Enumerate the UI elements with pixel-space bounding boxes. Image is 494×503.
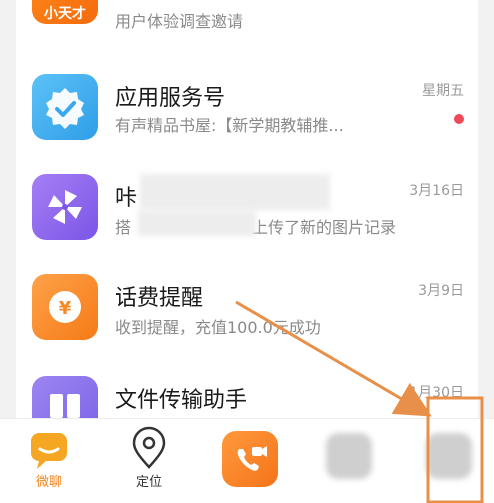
- book-icon: [32, 376, 98, 418]
- yuan-coin-icon: ¥: [32, 274, 98, 340]
- conversation-item[interactable]: 咔 搭 上传了新的图片记录 3月16日: [16, 164, 478, 266]
- unread-dot: [454, 114, 464, 124]
- tab-blurred[interactable]: [314, 419, 384, 503]
- conversation-subtitle: 用户体验调查邀请: [115, 12, 244, 31]
- conversation-title: 咔: [115, 186, 138, 211]
- conversation-subtitle-tail: 上传了新的图片记录: [252, 218, 397, 237]
- conversation-item[interactable]: 文件传输助手 1月30日: [16, 368, 478, 418]
- orange-brand-logo-icon: 小天才: [32, 0, 98, 24]
- conversation-item[interactable]: ¥ 话费提醒 收到提醒，充值100.0元成功 3月9日: [16, 266, 478, 368]
- tab-label: 定位: [135, 475, 162, 490]
- video-call-icon: [222, 431, 278, 487]
- pinwheel-icon: [32, 174, 98, 240]
- tab-label: 微聊: [35, 475, 62, 490]
- screen: 小天才 用户体验调查邀请 应用服务号 有声精品书屋:【新学期教辅推... 星期五: [0, 0, 494, 503]
- conversation-time: 3月9日: [418, 283, 464, 299]
- verified-badge-icon: [32, 74, 98, 140]
- tab-location[interactable]: 定位: [114, 419, 184, 503]
- conversation-subtitle: 有声精品书屋:【新学期教辅推...: [115, 116, 344, 135]
- chat-bubble-icon: [31, 433, 67, 469]
- tab-chat[interactable]: 微聊: [14, 419, 84, 503]
- conversation-subtitle: 收到提醒，充值100.0元成功: [115, 318, 321, 337]
- conversation-title: 应用服务号: [115, 86, 226, 111]
- tab-blurred[interactable]: [414, 419, 484, 503]
- conversation-item[interactable]: 小天才 用户体验调查邀请: [16, 0, 478, 42]
- conversation-time: 星期五: [422, 83, 464, 99]
- privacy-blur: [140, 174, 330, 210]
- svg-text:¥: ¥: [59, 298, 72, 319]
- svg-text:小天才: 小天才: [44, 5, 86, 22]
- blurred-tab-icon: [426, 433, 472, 479]
- conversation-title: 话费提醒: [115, 286, 204, 311]
- tab-video-call[interactable]: [214, 419, 284, 503]
- bottom-tab-bar: 微聊 定位: [0, 418, 494, 503]
- conversation-time: 1月30日: [409, 385, 464, 401]
- conversation-time: 3月16日: [409, 183, 464, 199]
- conversation-title: 文件传输助手: [115, 388, 248, 413]
- blurred-tab-icon: [326, 433, 372, 479]
- conversation-list: 小天才 用户体验调查邀请 应用服务号 有声精品书屋:【新学期教辅推... 星期五: [16, 0, 478, 418]
- privacy-blur: [138, 210, 256, 236]
- location-pin-icon: [132, 426, 166, 469]
- conversation-item[interactable]: 应用服务号 有声精品书屋:【新学期教辅推... 星期五: [16, 62, 478, 164]
